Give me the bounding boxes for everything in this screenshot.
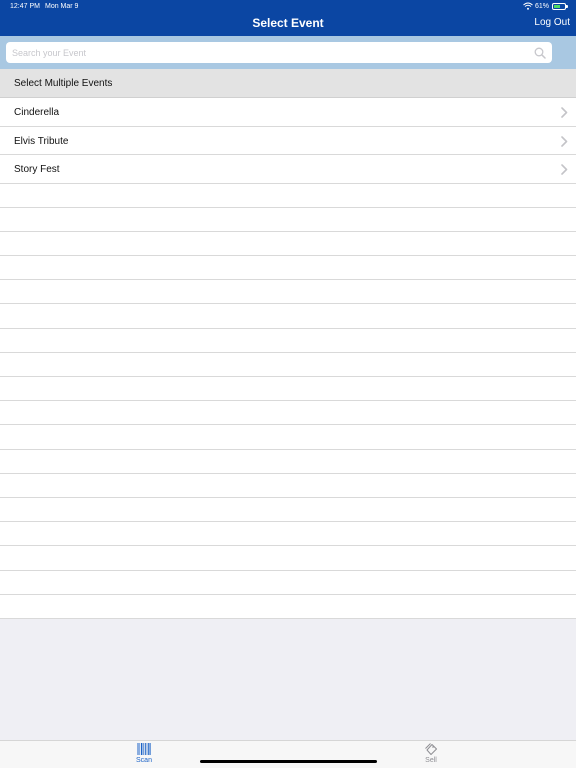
- logout-button[interactable]: Log Out: [534, 17, 570, 28]
- search-field[interactable]: [6, 42, 552, 63]
- empty-row: [0, 352, 576, 377]
- event-row-elvis-tribute[interactable]: Elvis Tribute: [0, 126, 576, 155]
- empty-row: [0, 304, 576, 329]
- event-row-cinderella[interactable]: Cinderella: [0, 98, 576, 127]
- empty-row: [0, 280, 576, 305]
- status-date: Mon Mar 9: [45, 3, 79, 10]
- chevron-right-icon: [561, 164, 568, 175]
- search-bar: [0, 36, 576, 69]
- empty-row: [0, 401, 576, 426]
- empty-row: [0, 377, 576, 402]
- tab-sell[interactable]: Sell: [401, 743, 461, 768]
- empty-row: [0, 256, 576, 281]
- battery-tip: [566, 4, 568, 8]
- empty-list-area: [0, 183, 576, 619]
- select-multiple-events-label: Select Multiple Events: [14, 78, 113, 89]
- tab-scan-label: Scan: [136, 757, 152, 764]
- event-label: Elvis Tribute: [14, 135, 69, 147]
- empty-row: [0, 328, 576, 353]
- battery-level: [554, 4, 561, 8]
- empty-row: [0, 231, 576, 257]
- home-indicator: [200, 760, 377, 763]
- tab-scan[interactable]: Scan: [114, 743, 174, 768]
- empty-row: [0, 449, 576, 474]
- search-input[interactable]: [12, 42, 527, 63]
- event-label: Story Fest: [14, 164, 60, 175]
- empty-row: [0, 425, 576, 450]
- event-label: Cinderella: [14, 107, 60, 118]
- empty-row: [0, 522, 576, 547]
- empty-row: [0, 546, 576, 571]
- search-icon: [534, 47, 546, 59]
- status-time: 12:47 PM: [10, 3, 40, 10]
- empty-row: [0, 594, 576, 619]
- status-bar: 12:47 PM Mon Mar 9 61%: [0, 0, 576, 14]
- wifi-icon: [523, 2, 533, 10]
- tab-bar: Scan Sell: [0, 740, 576, 768]
- battery-percent: 61%: [534, 2, 549, 10]
- page-title: Select Event: [252, 16, 324, 30]
- empty-row: [0, 570, 576, 595]
- status-indicators: 61%: [523, 2, 568, 10]
- navigation-bar: 12:47 PM Mon Mar 9 61% Select Event Log …: [0, 0, 576, 36]
- empty-row: [0, 473, 576, 498]
- tab-sell-label: Sell: [425, 757, 437, 764]
- barcode-icon: [137, 743, 151, 755]
- chevron-right-icon: [561, 107, 568, 118]
- empty-row: [0, 207, 576, 232]
- event-row-story-fest[interactable]: Story Fest: [0, 155, 576, 184]
- event-list: Cinderella Elvis Tribute Story Fest: [0, 98, 576, 184]
- empty-row: [0, 183, 576, 208]
- select-multiple-events-row[interactable]: Select Multiple Events: [0, 69, 576, 98]
- chevron-right-icon: [561, 135, 568, 147]
- empty-row: [0, 497, 576, 523]
- ticket-icon: [425, 743, 437, 755]
- select-event-screen: 12:47 PM Mon Mar 9 61% Select Event Log …: [0, 0, 576, 768]
- battery-icon: [552, 2, 568, 10]
